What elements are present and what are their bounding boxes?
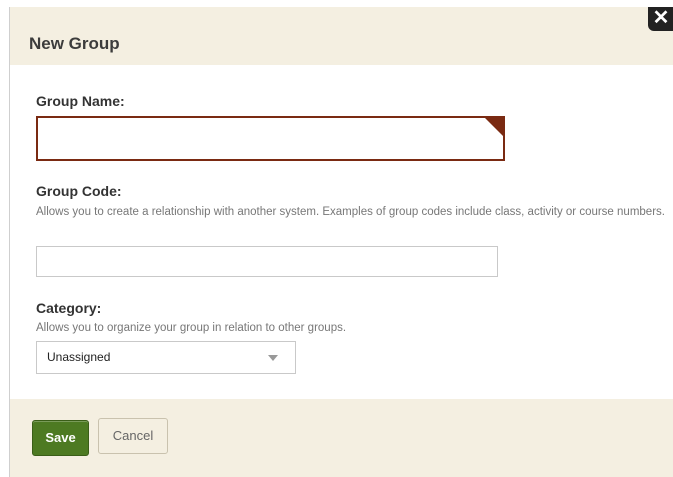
dialog-header: New Group ✕	[10, 7, 673, 65]
category-label: Category:	[36, 300, 102, 316]
group-code-input[interactable]	[36, 246, 498, 277]
save-button[interactable]: Save	[32, 420, 89, 456]
group-name-label: Group Name:	[36, 93, 125, 109]
group-name-input[interactable]	[36, 116, 505, 161]
dialog-title: New Group	[29, 34, 120, 53]
close-icon[interactable]: ✕	[648, 7, 673, 31]
category-help: Allows you to organize your group in rel…	[36, 322, 347, 334]
dropdown-arrow-icon	[268, 355, 278, 361]
required-indicator	[483, 116, 505, 138]
category-select[interactable]: Unassigned	[36, 341, 296, 374]
cancel-button[interactable]: Cancel	[98, 418, 168, 454]
group-code-label: Group Code:	[36, 183, 122, 199]
new-group-dialog: New Group ✕ Group Name: Group Code: Allo…	[9, 7, 673, 477]
dialog-footer: Save Cancel	[10, 399, 673, 477]
group-code-help: Allows you to create a relationship with…	[36, 206, 665, 218]
category-selected-value: Unassigned	[47, 350, 111, 364]
